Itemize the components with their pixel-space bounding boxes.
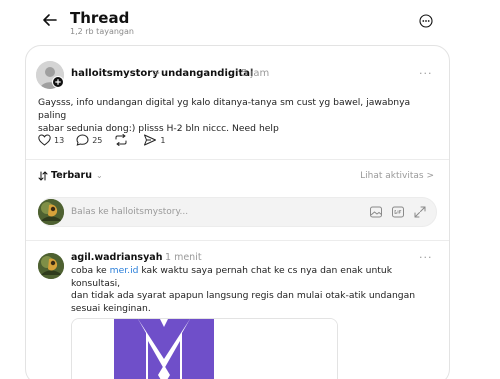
heart-icon <box>38 134 51 146</box>
sort-label: Terbaru <box>51 170 93 181</box>
chevron-down-icon: ⌄ <box>96 171 103 180</box>
avatar <box>38 199 64 225</box>
user-photo-icon <box>38 199 64 225</box>
user-photo-icon <box>38 253 64 279</box>
reply-count: 25 <box>92 135 103 145</box>
repost-icon <box>115 134 127 146</box>
share-count: 1 <box>160 135 166 145</box>
avatar[interactable] <box>38 253 64 279</box>
comment-more-button[interactable]: ··· <box>419 251 433 264</box>
top-bar: Thread 1,2 rb tayangan <box>0 0 500 44</box>
post-time: 5 jam <box>241 68 270 79</box>
comment-text-line: dan tidak ada syarat apapun langsung reg… <box>71 290 416 302</box>
comment-author[interactable]: agil.wadriansyah <box>71 252 162 263</box>
comment-text-line: sesuai keinginan. <box>71 302 151 314</box>
reply-button[interactable]: 25 <box>76 134 102 146</box>
comment-link[interactable]: mer.id <box>110 265 139 276</box>
post-community[interactable]: undangandigital <box>161 68 253 79</box>
reply-placeholder: Balas ke halloitsmystory... <box>71 207 189 217</box>
post-text: Gaysss, info undangan digital yg kalo di… <box>38 96 438 135</box>
repost-button[interactable] <box>114 134 131 146</box>
send-icon <box>144 134 157 146</box>
sort-dropdown[interactable]: Terbaru ⌄ <box>38 170 103 181</box>
comment-time: 1 menit <box>165 252 202 263</box>
view-count: 1,2 rb tayangan <box>70 27 134 36</box>
expand-icon[interactable] <box>413 205 427 219</box>
post-author[interactable]: halloitsmystory <box>71 68 159 79</box>
like-count: 13 <box>54 135 65 145</box>
view-activity-link[interactable]: Lihat aktivitas > <box>360 171 434 181</box>
comment-media-image[interactable] <box>71 318 338 379</box>
comment-text: coba ke mer.id kak waktu saya pernah cha… <box>71 265 441 315</box>
comment-text-fragment: coba ke <box>71 265 110 276</box>
image-icon[interactable] <box>369 205 383 219</box>
page-title: Thread <box>70 9 130 27</box>
post-actions: 13 25 1 <box>38 133 177 147</box>
like-button[interactable]: 13 <box>38 134 64 146</box>
brand-logo-image <box>72 319 337 379</box>
gif-icon[interactable] <box>391 205 405 219</box>
comment-icon <box>76 134 89 146</box>
arrow-left-icon[interactable] <box>40 10 60 30</box>
divider <box>26 240 449 241</box>
context-separator: > <box>152 68 161 79</box>
follow-plus-icon[interactable] <box>52 76 64 88</box>
post-text-line: Gaysss, info undangan digital yg kalo di… <box>38 97 411 121</box>
comment-text-line: coba ke mer.id kak waktu saya pernah cha… <box>71 265 441 290</box>
post-more-button[interactable]: ··· <box>419 67 433 80</box>
share-button[interactable]: 1 <box>143 134 165 146</box>
sort-icon <box>38 170 48 181</box>
ellipsis-circle-icon[interactable] <box>419 14 433 28</box>
divider <box>26 159 449 160</box>
